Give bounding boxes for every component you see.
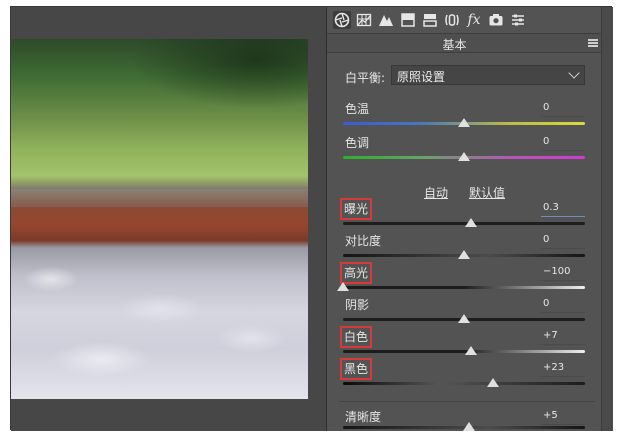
tone-curve-icon[interactable] — [377, 11, 395, 29]
section-header-basic: 基本 — [327, 33, 602, 53]
slider-row-shadows: 阴影 0 — [327, 297, 602, 329]
tint-thumb[interactable] — [458, 152, 470, 161]
contrast-value[interactable]: 0 — [541, 233, 585, 249]
clarity-label: 清晰度 — [345, 410, 382, 424]
auto-link[interactable]: 自动 — [424, 184, 448, 201]
contrast-label: 对比度 — [345, 234, 382, 248]
slider-row-temperature: 色温 0 — [327, 101, 602, 133]
blacks-label: 黑色 — [339, 358, 373, 380]
panel-tabs-toolbar: fx — [327, 7, 602, 33]
aperture-icon[interactable] — [333, 11, 351, 29]
panel-menu-icon[interactable] — [588, 39, 598, 47]
divider — [339, 401, 595, 402]
section-title: 基本 — [442, 38, 467, 52]
clarity-thumb[interactable] — [462, 422, 475, 431]
fx-icon[interactable]: fx — [465, 11, 483, 29]
camera-raw-window: fx 基本 白平衡: 原照设置 色温 0 色调 0 自动 默认值 曝光 0.3 … — [10, 6, 613, 431]
slider-row-contrast: 对比度 0 — [327, 233, 602, 265]
temperature-label: 色温 — [345, 102, 370, 116]
slider-row-tint: 色调 0 — [327, 135, 602, 167]
photo-preview — [11, 39, 308, 399]
shadows-thumb[interactable] — [458, 314, 470, 323]
adjustment-panel: fx 基本 白平衡: 原照设置 色温 0 色调 0 自动 默认值 曝光 0.3 … — [326, 7, 613, 431]
default-link[interactable]: 默认值 — [469, 184, 505, 201]
whites-label: 白色 — [339, 326, 373, 348]
exposure-value[interactable]: 0.3 — [541, 201, 585, 217]
image-preview-area — [11, 7, 326, 431]
presets-icon[interactable] — [509, 11, 527, 29]
highlights-value[interactable]: −100 — [541, 265, 585, 281]
exposure-track[interactable] — [343, 222, 585, 225]
panel-scrollbar[interactable] — [601, 7, 613, 431]
highlights-track[interactable] — [343, 286, 585, 289]
shadows-value[interactable]: 0 — [541, 297, 585, 313]
whites-track[interactable] — [343, 350, 585, 353]
white-balance-value: 原照设置 — [397, 70, 446, 84]
tint-label: 色调 — [345, 136, 370, 150]
white-balance-label: 白平衡: — [345, 71, 386, 85]
blacks-thumb[interactable] — [487, 378, 500, 387]
slider-row-whites: 白色 +7 — [327, 326, 602, 361]
whites-value[interactable]: +7 — [541, 329, 585, 345]
whites-thumb[interactable] — [465, 346, 478, 355]
blacks-value[interactable]: +23 — [541, 361, 585, 377]
slider-row-highlights: 高光 −100 — [327, 262, 602, 297]
highlights-label: 高光 — [339, 262, 373, 284]
split-toning-icon[interactable] — [421, 11, 439, 29]
blacks-track[interactable] — [343, 382, 585, 385]
exposure-thumb[interactable] — [465, 218, 478, 227]
white-balance-select[interactable]: 原照设置 — [391, 65, 585, 85]
highlights-thumb[interactable] — [337, 282, 349, 291]
exposure-label: 曝光 — [339, 198, 373, 220]
tint-value[interactable]: 0 — [541, 135, 585, 151]
clarity-value[interactable]: +5 — [541, 409, 585, 425]
slider-row-clarity: 清晰度 +5 — [327, 409, 602, 436]
lens-correction-icon[interactable] — [443, 11, 461, 29]
camera-calibration-icon[interactable] — [487, 11, 505, 29]
temperature-thumb[interactable] — [458, 118, 470, 127]
detail-icon[interactable] — [399, 11, 417, 29]
slider-row-blacks: 黑色 +23 — [327, 358, 602, 393]
slider-row-exposure: 曝光 0.3 — [327, 198, 602, 233]
temperature-value[interactable]: 0 — [541, 101, 585, 117]
chevron-down-icon — [568, 67, 580, 79]
histogram-grid-icon[interactable] — [355, 11, 373, 29]
contrast-thumb[interactable] — [458, 250, 470, 259]
shadows-label: 阴影 — [345, 298, 370, 312]
